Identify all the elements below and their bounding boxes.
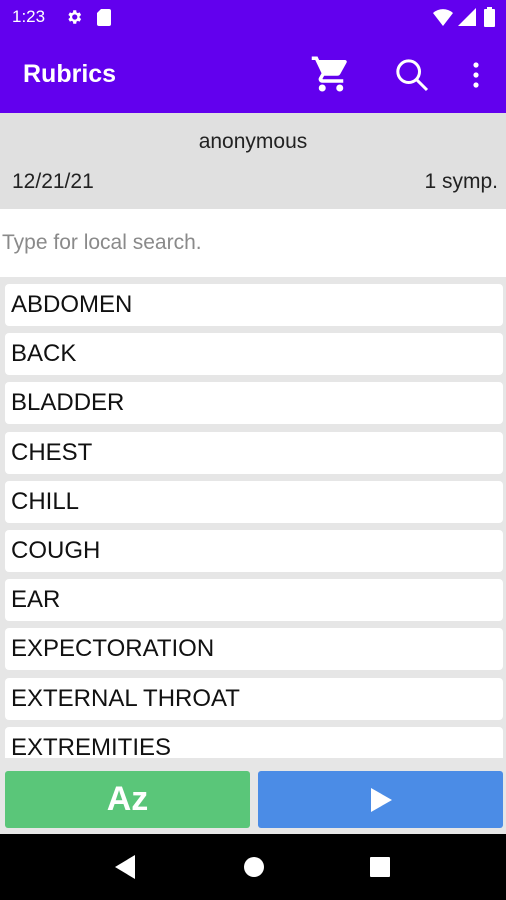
home-icon[interactable] xyxy=(243,856,265,883)
wifi-icon xyxy=(433,8,453,31)
system-nav-bar xyxy=(0,834,506,900)
signal-icon xyxy=(458,8,476,31)
symptom-count: 1 symp. xyxy=(424,170,498,193)
more-vert-icon[interactable] xyxy=(462,55,490,95)
list-item[interactable]: EXPECTORATION xyxy=(5,628,503,671)
play-button[interactable] xyxy=(258,771,503,828)
sort-button[interactable]: Az xyxy=(5,771,250,828)
status-bar: 1:23 xyxy=(0,0,506,35)
battery-icon xyxy=(484,7,495,32)
cart-icon[interactable] xyxy=(310,53,352,95)
user-name: anonymous xyxy=(198,130,308,153)
search-input[interactable] xyxy=(0,209,500,277)
rubric-list: ABDOMEN BACK BLADDER CHEST CHILL COUGH EAR EXPE… xyxy=(0,277,506,758)
list-item[interactable]: CHILL xyxy=(5,480,503,523)
list-item[interactable]: CHEST xyxy=(5,431,503,474)
status-time: 1:23 xyxy=(12,7,46,26)
list-item[interactable]: ABDOMEN xyxy=(5,284,503,326)
case-date: 12/21/21 xyxy=(12,170,94,193)
page-title: Rubrics xyxy=(23,60,117,88)
search-icon[interactable] xyxy=(392,55,432,95)
back-icon[interactable] xyxy=(113,854,137,885)
list-item[interactable]: BLADDER xyxy=(5,382,503,425)
list-item[interactable]: COUGH xyxy=(5,530,503,572)
list-item[interactable]: BACK xyxy=(5,333,503,376)
patient-info-panel: anonymous 12/21/21 1 symp. xyxy=(0,113,506,209)
list-item[interactable]: EXTERNAL THROAT xyxy=(5,677,503,720)
play-icon xyxy=(371,788,392,812)
search-container xyxy=(0,209,506,277)
list-item[interactable]: EXTREMITIES xyxy=(5,726,503,758)
bottom-bar: Az xyxy=(0,758,506,834)
recents-icon[interactable] xyxy=(370,857,390,882)
list-item[interactable]: EAR xyxy=(5,579,503,622)
sd-card-icon xyxy=(97,9,111,31)
gear-icon xyxy=(65,8,83,31)
app-bar: Rubrics xyxy=(0,35,506,113)
